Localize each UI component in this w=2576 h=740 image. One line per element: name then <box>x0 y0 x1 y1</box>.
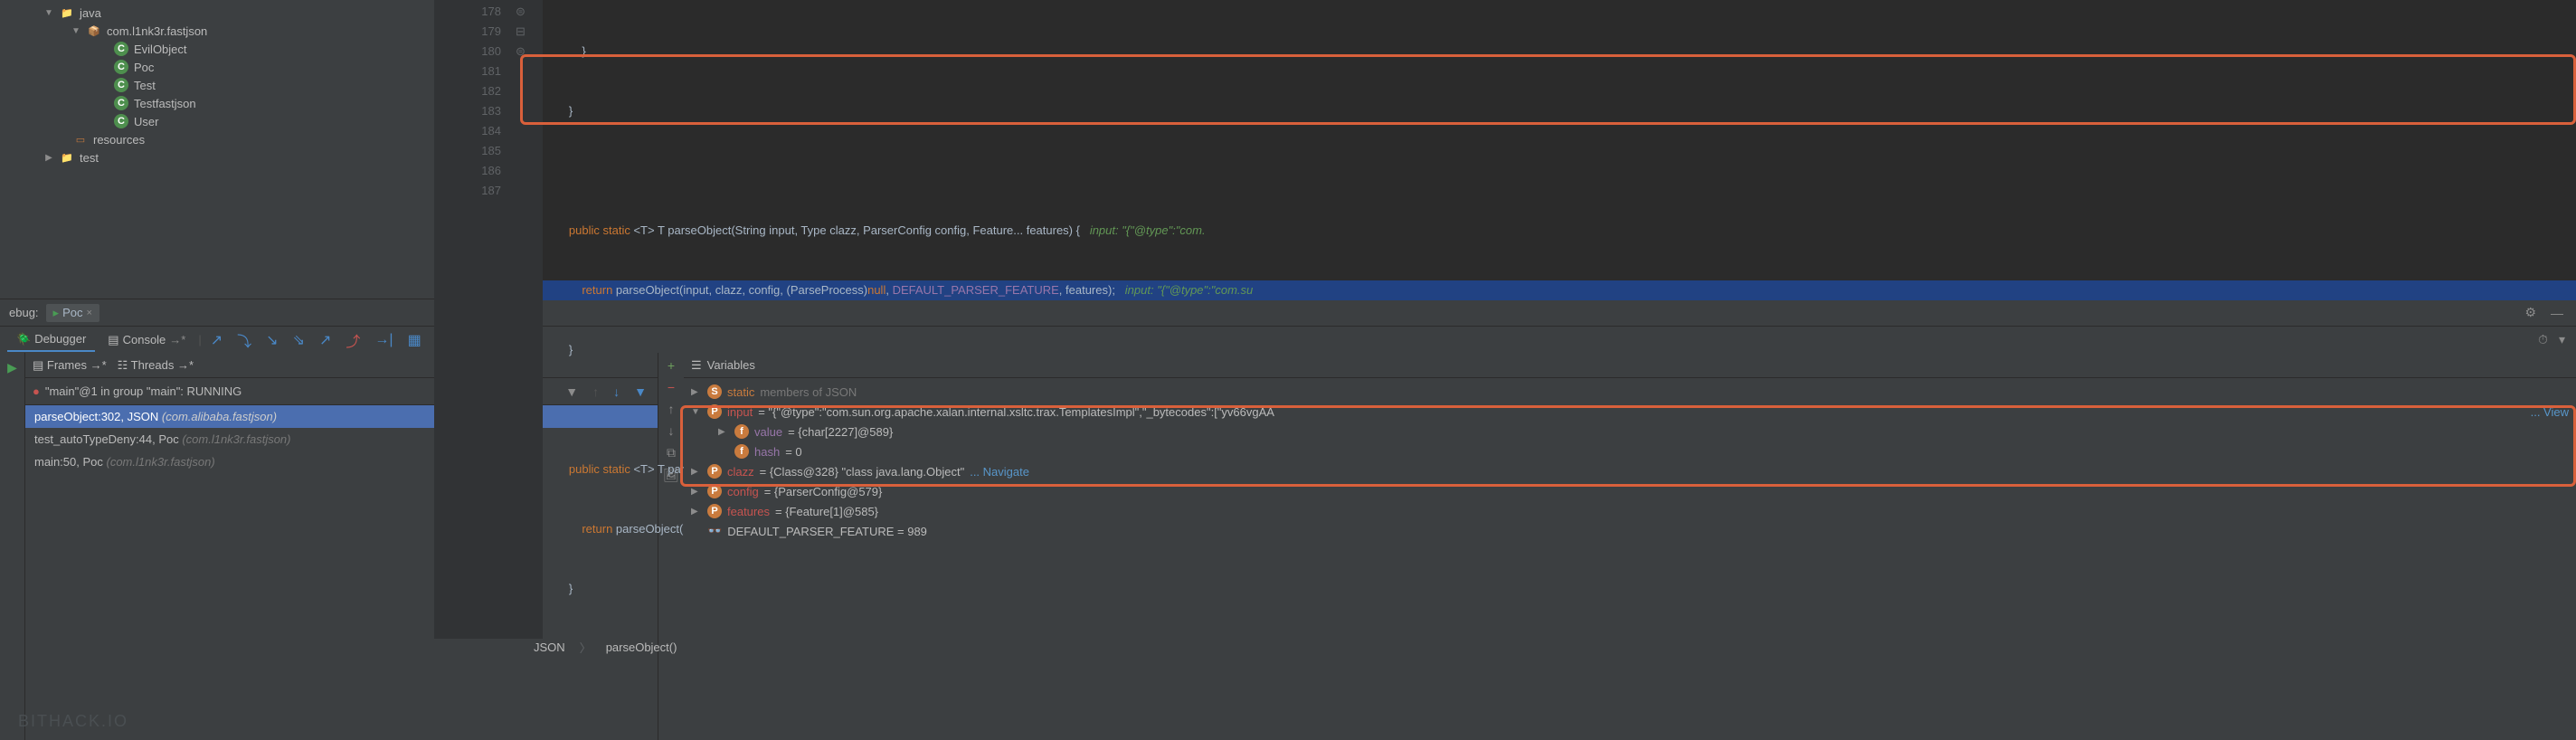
arrow-right-icon: ▶ <box>691 487 702 497</box>
var-row-dpf[interactable]: 👓 DEFAULT_PARSER_FEATURE = 989 <box>691 521 2569 541</box>
force-step-into-icon[interactable]: ⇘ <box>288 331 310 349</box>
step-over-icon[interactable]: ⤵ <box>232 329 257 351</box>
package-icon: 📦 <box>87 24 101 38</box>
code-editor[interactable]: 178 179 180 181 182 183 184 185 186 187 … <box>434 0 2576 299</box>
resume-icon[interactable]: ▶ <box>4 360 21 375</box>
arrow-right-icon: ▶ <box>691 387 702 397</box>
highlight-box-code <box>520 54 2576 125</box>
folder-label: test <box>80 151 99 165</box>
class-icon: C <box>114 78 128 92</box>
variables-header: Variables <box>707 358 755 372</box>
param-icon: P <box>707 504 722 518</box>
class-icon: C <box>114 42 128 56</box>
line-number-gutter: 178 179 180 181 182 183 184 185 186 187 <box>434 0 516 639</box>
resources-icon: ▭ <box>73 132 88 147</box>
var-row-features[interactable]: ▶ P features = {Feature[1]@585} <box>691 501 2569 521</box>
frames-header[interactable]: ▤ Frames →* <box>33 358 107 373</box>
breakpoint-icon[interactable]: ⊜ <box>516 2 543 22</box>
show-execution-icon[interactable]: ↗ <box>205 331 228 349</box>
tree-class-evilobject[interactable]: C EvilObject <box>7 40 427 58</box>
debugger-tab[interactable]: 🪲 Debugger <box>7 328 95 352</box>
static-icon: S <box>707 384 722 399</box>
tree-folder-java[interactable]: ▼ 📁 java <box>7 4 427 22</box>
current-line: return parseObject(input, clazz, config,… <box>543 280 2576 300</box>
class-label: Testfastjson <box>134 97 196 110</box>
debug-side-toolbar: ▶ <box>0 353 25 740</box>
breadcrumb-item[interactable]: JSON <box>534 640 565 654</box>
step-into-icon[interactable]: ↘ <box>260 331 283 349</box>
class-label: Test <box>134 79 156 92</box>
variables-tree[interactable]: ▶ S static members of JSON ▼ P input = "… <box>684 378 2576 740</box>
folder-label: java <box>80 6 101 20</box>
class-label: Poc <box>134 61 154 74</box>
folder-label: resources <box>93 133 145 147</box>
run-to-cursor-icon[interactable]: →| <box>369 332 398 348</box>
tree-folder-test[interactable]: ▶ 📁 test <box>7 148 427 166</box>
glasses-icon: 👓 <box>707 524 722 538</box>
folder-icon: 📁 <box>60 150 74 165</box>
watermark: BITHACK.IO <box>18 712 128 731</box>
var-row-static[interactable]: ▶ S static members of JSON <box>691 382 2569 402</box>
class-icon: C <box>114 60 128 74</box>
tree-class-poc[interactable]: C Poc <box>7 58 427 76</box>
threads-header[interactable]: ☷ Threads →* <box>118 358 194 373</box>
tree-folder-resources[interactable]: ▭ resources <box>7 130 427 148</box>
run-icon: ▸ <box>53 306 60 320</box>
tree-class-user[interactable]: C User <box>7 112 427 130</box>
bug-icon: 🪲 <box>16 332 31 346</box>
run-config-tab[interactable]: ▸ Poc × <box>46 304 99 322</box>
project-tree[interactable]: ▼ 📁 java ▼ 📦 com.l1nk3r.fastjson C EvilO… <box>0 0 434 299</box>
panel-icon: ☰ <box>691 358 702 373</box>
console-tab[interactable]: ▤ Console →* <box>99 329 194 351</box>
drop-frame-icon[interactable]: ⤴ <box>340 329 365 351</box>
tree-class-testfastjson[interactable]: C Testfastjson <box>7 94 427 112</box>
highlight-box-vars <box>680 405 2576 487</box>
arrow-right-icon: ▶ <box>43 153 54 163</box>
tree-package[interactable]: ▼ 📦 com.l1nk3r.fastjson <box>7 22 427 40</box>
arrow-right-icon: ▶ <box>691 507 702 517</box>
folder-icon: 📁 <box>60 5 74 20</box>
console-icon: ▤ <box>108 333 118 347</box>
arrow-down-icon: ▼ <box>71 26 81 36</box>
code-line: public static <T> T parseObject(String i… <box>543 221 2576 241</box>
step-out-icon[interactable]: ↗ <box>314 331 336 349</box>
breakpoint-icon: ● <box>33 384 40 398</box>
close-icon[interactable]: × <box>86 308 91 318</box>
chevron-right-icon: 〉 <box>580 639 592 656</box>
arrow-down-icon: ▼ <box>43 8 54 18</box>
class-icon: C <box>114 114 128 128</box>
evaluate-icon[interactable]: ▦ <box>402 331 427 349</box>
debug-label: ebug: <box>9 306 39 319</box>
class-label: EvilObject <box>134 43 187 56</box>
tree-class-test[interactable]: C Test <box>7 76 427 94</box>
class-icon: C <box>114 96 128 110</box>
package-label: com.l1nk3r.fastjson <box>107 24 207 38</box>
class-label: User <box>134 115 158 128</box>
breadcrumb-item[interactable]: parseObject() <box>606 640 677 654</box>
variables-panel: ☰ Variables ▶ S static members of JSON ▼… <box>684 353 2576 740</box>
